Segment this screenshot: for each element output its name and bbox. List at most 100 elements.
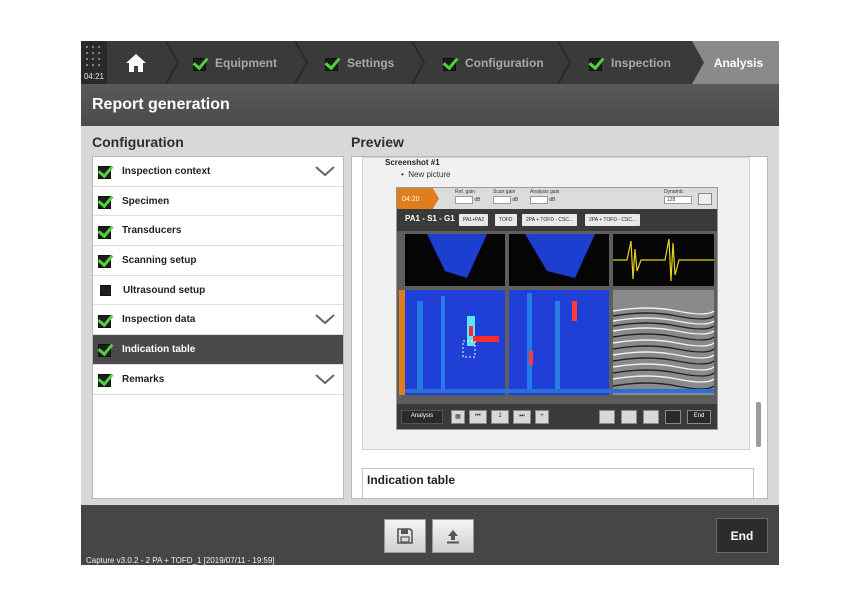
preview-scroll-thumb[interactable] [756,402,761,447]
config-item-label: Indication table [122,343,196,355]
mini-clock: 04:20 [397,188,439,209]
chevron-down-icon[interactable] [315,372,335,386]
config-item-label: Remarks [122,373,165,385]
save-icon [397,528,413,544]
config-item-label: Inspection data [122,314,196,326]
mini-gain-field: Ref. gain dB [455,189,481,204]
check-icon [589,56,605,71]
end-button[interactable]: End [716,518,768,553]
preview-scrollbar[interactable] [753,157,765,457]
preview-page: Screenshot #1 • New picture 04:20 Ref. g… [362,157,750,450]
mini-dynamic-value: 128 [664,196,692,204]
config-item-specimen[interactable]: Specimen [93,187,343,217]
config-item-remarks[interactable]: Remarks [93,365,343,395]
home-icon [126,53,146,72]
mini-gain-unit: dB [512,196,519,203]
step-inspection[interactable]: Inspection [589,41,671,84]
bullet-item: • New picture [401,170,451,179]
mini-tab: 2PA + TOFD - CSC... [585,214,641,226]
check-icon[interactable] [98,342,114,358]
config-item-indication-table[interactable]: Indication table [93,335,343,365]
check-icon[interactable] [98,164,114,180]
mini-tool-icon [698,193,712,205]
mini-first-icon: ⏮ [469,410,487,424]
preview-pane[interactable]: Screenshot #1 • New picture 04:20 Ref. g… [351,156,768,499]
chevron-down-icon[interactable] [315,164,335,178]
mini-gain-unit: dB [474,196,481,203]
mini-gain-field: Scan gain dB [493,189,519,204]
mini-add-icon: + [535,410,549,424]
configuration-list: Inspection context Specimen Transducers … [92,156,344,499]
mini-page-number: 1 [491,410,509,424]
config-item-label: Specimen [122,195,170,207]
check-icon[interactable] [98,253,114,269]
check-icon [443,56,459,71]
status-text: Capture v3.0.2 - 2 PA + TOFD_1 [2019/07/… [86,556,275,565]
check-icon[interactable] [98,372,114,388]
upload-icon [447,530,459,544]
mini-toolbar: 04:20 Ref. gain dB Scan gain dB Analysis… [397,188,717,209]
step-settings[interactable]: Settings [325,41,394,84]
config-item-label: Scanning setup [122,254,197,266]
mini-group-label: PA1 - S1 - G1 [405,214,455,223]
mini-gain-unit: dB [549,196,556,203]
config-item-label: Ultrasound setup [123,284,206,296]
screenshot-title: Screenshot #1 [385,158,440,167]
mini-tool-icon [599,410,615,424]
home-button[interactable] [107,41,165,84]
chevron-down-icon[interactable] [315,312,335,326]
mini-end-label: End [687,410,711,424]
unchecked-box-icon[interactable] [100,284,111,296]
mini-last-icon: ⏭ [513,410,531,424]
bullet-text: New picture [408,170,451,179]
page-title: Report generation [81,84,779,126]
mini-gain-label: Analysis gain [530,189,560,195]
config-item-scanning-setup[interactable]: Scanning setup [93,246,343,276]
mini-group-bar: PA1 - S1 - G1 PA1+PA2 TOFD 2PA + TOFD - … [397,209,717,231]
nav-separator-icon [165,41,179,84]
mini-input-box [530,196,548,204]
config-item-label: Transducers [122,225,182,237]
nav-separator-icon [411,41,425,84]
bottom-bar: End Capture v3.0.2 - 2 PA + TOFD_1 [2019… [81,505,779,565]
mini-tab: 2PA + TOFD - CSC... [522,214,578,226]
mini-gain-label: Ref. gain [455,189,476,195]
check-icon[interactable] [98,224,114,239]
mini-grid-icon: ▦ [451,410,465,424]
clock-widget: 04:21 [81,41,107,84]
mini-input-box [493,196,511,204]
mini-bottom-bar: Analysis ▦ ⏮ 1 ⏭ + End [397,404,717,429]
mini-camera-icon [665,410,681,424]
workflow-nav: 04:21 Equipment Settings Configuration I… [81,41,779,84]
config-item-ultrasound-setup[interactable]: Ultrasound setup [93,276,343,306]
configuration-heading: Configuration [92,134,184,150]
mini-gain-label: Scan gain [493,189,516,195]
mini-dynamic-field: Dynamic 128 [664,189,692,204]
config-item-inspection-data[interactable]: Inspection data [93,305,343,336]
mini-gain-field: Analysis gain dB [530,189,559,204]
mini-scan-views [397,231,717,404]
mini-tab: TOFD [495,214,517,226]
mini-input-box [455,196,473,204]
step-label: Analysis [713,55,764,70]
save-button[interactable] [384,519,426,553]
step-label: Configuration [465,55,544,70]
mini-tab: PA1+PA2 [459,214,489,226]
export-button[interactable] [432,519,474,553]
step-analysis[interactable]: Analysis [692,41,779,84]
clock-time: 04:21 [83,72,105,81]
preview-heading: Preview [351,134,404,150]
nav-separator-icon [294,41,308,84]
step-configuration[interactable]: Configuration [443,41,544,84]
config-item-transducers[interactable]: Transducers [93,216,343,247]
app-window: 04:21 Equipment Settings Configuration I… [81,41,779,565]
check-icon[interactable] [98,194,114,210]
step-equipment[interactable]: Equipment [193,41,277,84]
config-item-label: Inspection context [122,165,211,177]
check-icon [193,56,209,71]
grip-icon [84,44,104,68]
check-icon[interactable] [98,313,114,328]
nav-separator-icon [557,41,571,84]
config-item-inspection-context[interactable]: Inspection context [93,157,343,187]
mini-tool-icon [621,410,637,424]
